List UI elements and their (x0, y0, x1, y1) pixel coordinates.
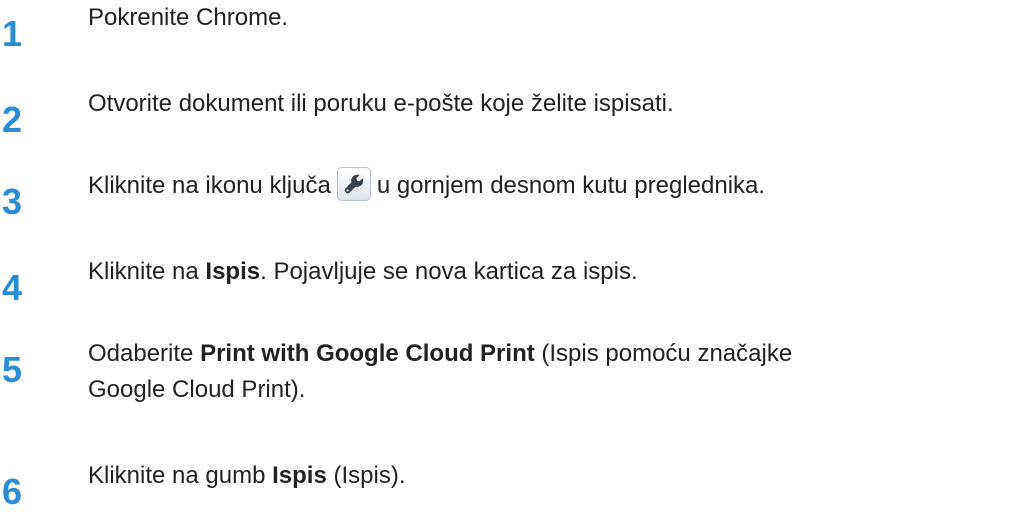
step-text-bold: Ispis (272, 462, 327, 489)
step-text-after: . Pojavljuje se nova kartica za ispis. (260, 258, 638, 285)
step-text-after: (Ispis pomoću značajke (534, 340, 793, 367)
step-text-bold: Ispis (205, 258, 261, 285)
step-text: Kliknite na gumb Ispis (Ispis). (88, 458, 1029, 494)
step-text: Odaberite Print with Google Cloud Print … (88, 336, 1029, 408)
step-text: Kliknite na ikonu ključa u gornjem desnom… (88, 166, 1029, 204)
step-text-before: Kliknite na ikonu ključa (88, 172, 331, 199)
step-text-before: Kliknite na gumb (88, 462, 273, 489)
step-text: Otvorite dokument ili poruku e-pošte koj… (88, 86, 1029, 122)
wrench-icon (336, 166, 371, 201)
step-text-before: Odaberite (88, 340, 201, 367)
step-text: Pokrenite Chrome. (88, 0, 1029, 36)
step-number: 6 (2, 471, 23, 512)
step-number: 3 (2, 181, 23, 222)
step-number: 2 (2, 99, 23, 140)
step-text: Kliknite na Ispis. Pojavljuje se nova ka… (88, 254, 1029, 290)
step-text-after: (Ispis). (326, 462, 406, 489)
step-text-before: Kliknite na (88, 258, 206, 285)
step-text-content: Pokrenite Chrome. (88, 4, 289, 31)
step-text-bold: Print with Google Cloud Print (200, 340, 535, 367)
step-text-after: u gornjem desnom kutu preglednika. (376, 172, 766, 199)
step-number: 1 (2, 13, 23, 54)
step-number: 5 (2, 349, 23, 390)
step-number: 4 (2, 267, 23, 308)
step-text-line2: Google Cloud Print). (88, 376, 306, 403)
step-text-content: Otvorite dokument ili poruku e-pošte koj… (88, 90, 674, 117)
